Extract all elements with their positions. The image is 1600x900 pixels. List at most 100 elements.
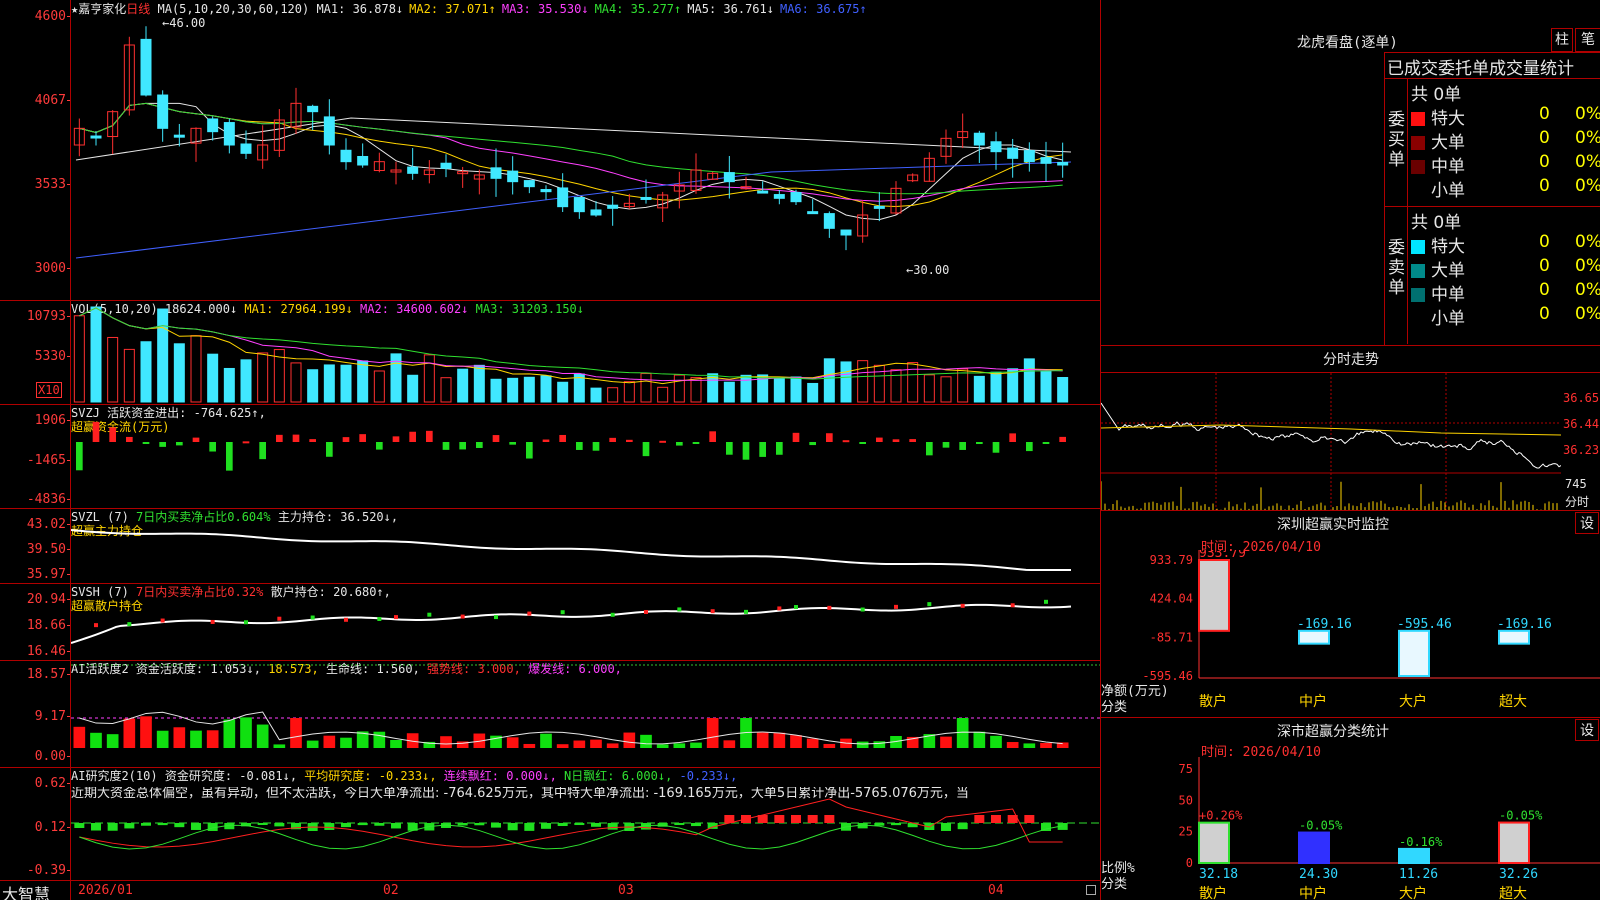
retail-holding-chart[interactable] bbox=[71, 583, 1100, 660]
volume-bar bbox=[440, 377, 452, 403]
retail-mark bbox=[94, 623, 98, 628]
flow-bar bbox=[692, 442, 700, 444]
lhb-row-count: 0 bbox=[1539, 232, 1550, 252]
candle bbox=[557, 187, 569, 208]
ratio-chart[interactable]: 75 50 25 0 +0.26% 32.18 散户 -0.05% 24.30 中户 -0.16% 1… bbox=[1101, 757, 1600, 900]
monitor-tick: -595.46 bbox=[1142, 669, 1193, 683]
vol-tick: 10793 bbox=[26, 309, 71, 324]
activity-bar bbox=[673, 743, 686, 748]
volume-bar bbox=[90, 306, 102, 403]
flow-bar bbox=[1042, 442, 1050, 444]
classify-value: 11.26 bbox=[1399, 867, 1438, 882]
volume-bar bbox=[357, 360, 369, 403]
classify-panel: 深市超赢分类统计 设 时间: 2026/04/10 比例% 分类 75 50 25 0… bbox=[1101, 717, 1600, 900]
lhb-row-percent: 0% bbox=[1575, 256, 1600, 276]
flow-bar bbox=[642, 442, 650, 457]
volume-chart[interactable] bbox=[71, 300, 1100, 404]
flow-bar bbox=[426, 430, 433, 442]
activity-bar bbox=[856, 741, 869, 748]
monitor-settings-button[interactable]: 设 bbox=[1575, 512, 1599, 534]
price-axis: 4600 4067 3533 3000 bbox=[0, 0, 71, 300]
ma-line bbox=[79, 102, 1063, 195]
classify-tick: 50 bbox=[1179, 793, 1193, 807]
lhb-row-count: 0 bbox=[1539, 280, 1550, 300]
lock-icon[interactable] bbox=[1086, 885, 1096, 895]
flow-bar bbox=[876, 437, 883, 442]
volume-bar bbox=[807, 382, 819, 403]
ai-research-chart[interactable] bbox=[71, 767, 1100, 880]
volume-bar bbox=[73, 315, 85, 403]
activity-bar bbox=[690, 742, 702, 748]
main-force-holding-chart[interactable] bbox=[71, 508, 1100, 583]
volume-bar bbox=[773, 377, 785, 403]
candle bbox=[590, 209, 602, 216]
candle bbox=[757, 190, 769, 194]
flow-bar bbox=[992, 442, 1000, 453]
volume-bar bbox=[673, 374, 685, 403]
flow-bar bbox=[342, 437, 350, 442]
flow-bar bbox=[92, 421, 100, 442]
activity-bar bbox=[290, 718, 302, 748]
lhb-row-count: 0 bbox=[1539, 152, 1550, 172]
flow-bar bbox=[292, 434, 300, 442]
monitor-category: 大户 bbox=[1399, 693, 1427, 710]
flow-bar bbox=[576, 442, 583, 450]
research-bar bbox=[807, 815, 818, 823]
lhb-row-中单: 中单 bbox=[1411, 280, 1465, 305]
intraday-chart[interactable] bbox=[1101, 373, 1561, 510]
classify-bar bbox=[1398, 847, 1430, 864]
research-bar bbox=[891, 823, 901, 826]
lhb-panel: 龙虎看盘(逐单) 柱 笔 已成交委托单成交量统计 委买单 委卖单 共 0单 共 … bbox=[1101, 0, 1600, 345]
candle bbox=[640, 196, 652, 200]
candle bbox=[807, 211, 819, 215]
classify-settings-button[interactable]: 设 bbox=[1575, 719, 1599, 741]
volume-bar bbox=[890, 369, 902, 403]
flow-bar bbox=[959, 442, 966, 450]
net-amount-chart[interactable]: 933.79 424.04 -85.71 -595.46 933.79 散户 -169.16… bbox=[1101, 550, 1600, 717]
retail-mark bbox=[860, 607, 865, 612]
lhb-tabs[interactable]: 已成交委托单成交量统计 bbox=[1387, 54, 1574, 79]
activity-bar bbox=[656, 744, 669, 748]
flow-bar bbox=[976, 442, 983, 445]
buy-side-label: 委买单 bbox=[1388, 110, 1405, 170]
volume-bar bbox=[907, 362, 919, 403]
flow-bar bbox=[109, 427, 116, 442]
flow-bar bbox=[709, 431, 716, 442]
candle bbox=[990, 141, 1002, 153]
retail-mark bbox=[960, 603, 965, 608]
volume-bar bbox=[823, 358, 835, 403]
research-bar bbox=[191, 823, 201, 830]
candle bbox=[490, 167, 502, 179]
candle bbox=[1023, 150, 1035, 163]
retail-mark bbox=[277, 616, 282, 621]
flow-bar bbox=[926, 442, 933, 456]
fund-flow-chart[interactable] bbox=[71, 404, 1100, 508]
activity-bar bbox=[123, 718, 136, 748]
monitor-category: 超大 bbox=[1499, 694, 1527, 710]
flow-bar bbox=[242, 441, 250, 444]
retail-mark bbox=[677, 607, 682, 612]
activity-bar bbox=[940, 736, 952, 748]
candlestick-chart[interactable] bbox=[71, 0, 1100, 300]
research-bar bbox=[957, 823, 968, 830]
classify-tick: 0 bbox=[1186, 856, 1193, 870]
volume-bar bbox=[373, 370, 385, 403]
sell-total: 共 0单 bbox=[1411, 213, 1462, 233]
flow-bar bbox=[776, 442, 783, 455]
tick-mode-button[interactable]: 笔 bbox=[1575, 28, 1600, 52]
svzj-tick: -1465 bbox=[26, 453, 71, 468]
ai-activity-chart[interactable] bbox=[71, 660, 1100, 767]
research-bar bbox=[357, 823, 368, 826]
svzl-tick: 35.97 bbox=[26, 567, 71, 582]
retail-mark bbox=[127, 622, 132, 627]
flow-bar bbox=[809, 442, 816, 446]
svzj-tick: 1906 bbox=[34, 413, 71, 428]
research-bar bbox=[991, 815, 1001, 823]
volume-bar bbox=[140, 341, 152, 403]
flow-bar bbox=[376, 442, 383, 450]
activity-bar bbox=[190, 730, 202, 748]
ma-line bbox=[79, 102, 1063, 208]
buy-total: 共 0单 bbox=[1411, 85, 1462, 105]
retail-mark bbox=[794, 605, 798, 610]
bar-mode-button[interactable]: 柱 bbox=[1551, 28, 1573, 52]
